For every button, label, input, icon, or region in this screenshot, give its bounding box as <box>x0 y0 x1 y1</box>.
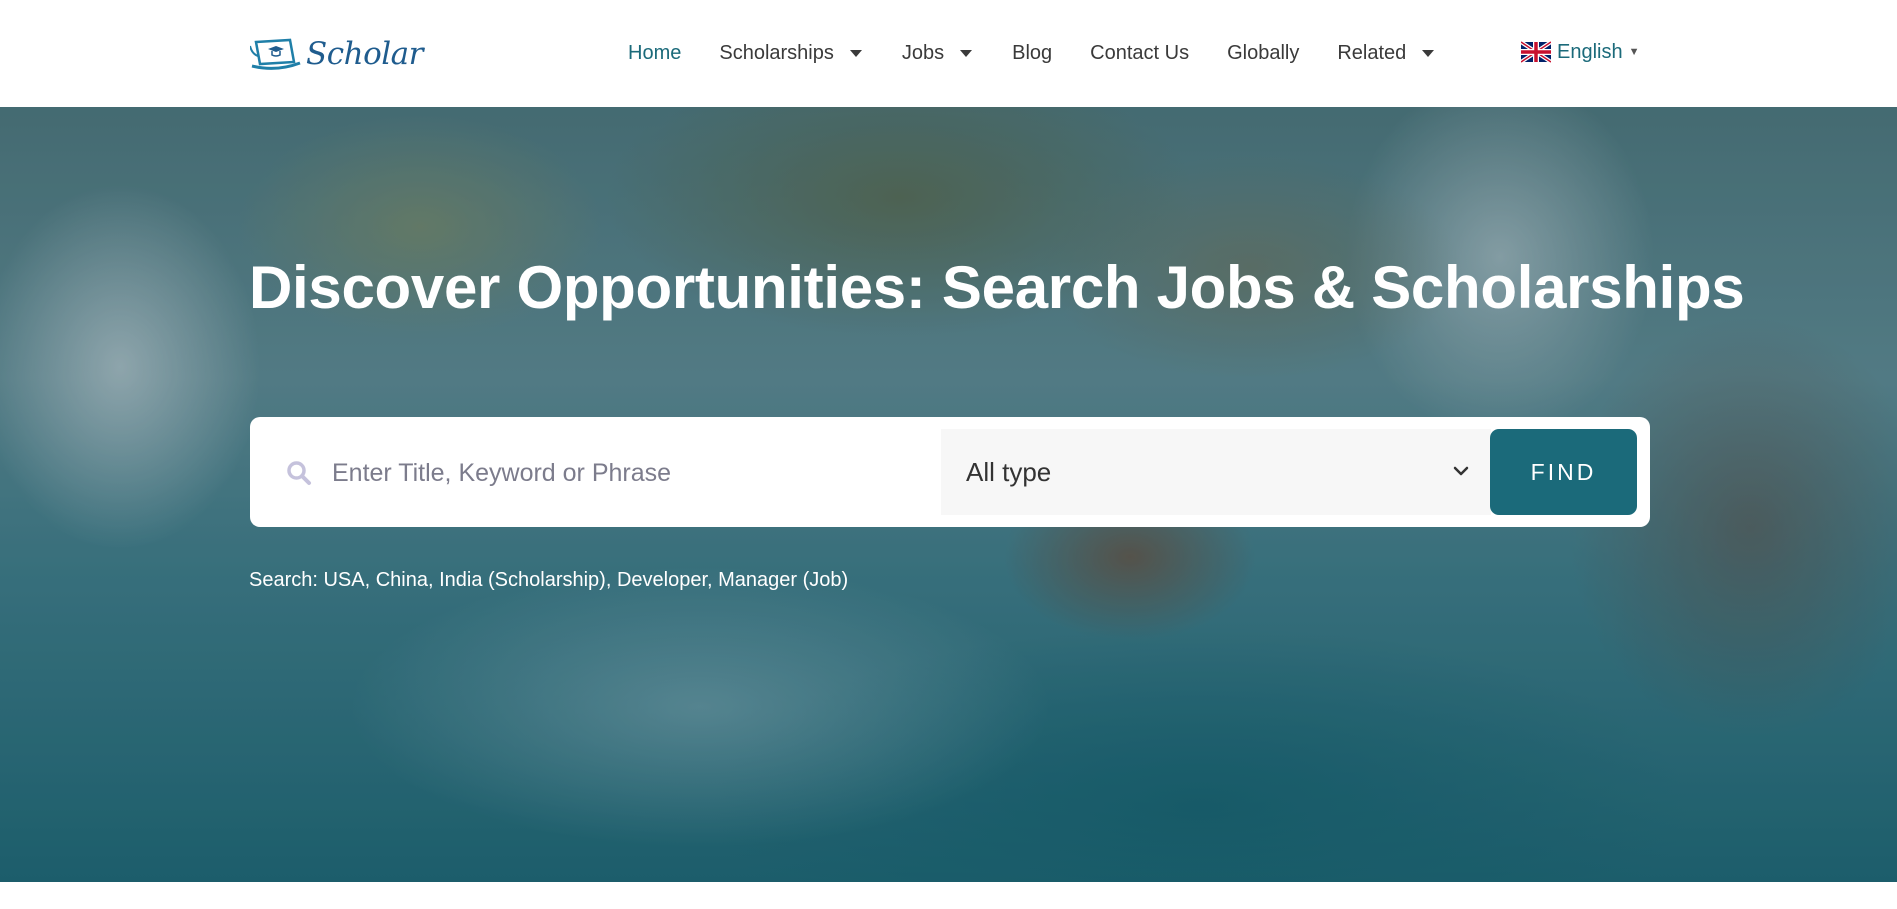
hero-section: Discover Opportunities: Search Jobs & Sc… <box>0 107 1897 882</box>
nav-item-jobs[interactable]: Jobs <box>901 41 973 65</box>
uk-flag-icon <box>1521 40 1551 64</box>
nav-label: Globally <box>1227 41 1300 64</box>
laptop-graduation-icon <box>250 38 301 70</box>
nav-item-blog[interactable]: Blog <box>1012 42 1052 65</box>
search-icon <box>287 461 311 485</box>
hero-title: Discover Opportunities: Search Jobs & Sc… <box>249 254 1745 321</box>
nav-item-scholarships[interactable]: Scholarships <box>719 42 862 65</box>
nav-label: Scholarships <box>719 41 834 64</box>
nav-label: Contact Us <box>1090 41 1190 64</box>
search-input[interactable] <box>330 447 924 499</box>
page-footer-strip <box>0 882 1897 909</box>
language-label: English <box>1557 40 1623 63</box>
type-select-value: All type <box>966 456 1052 487</box>
chevron-down-icon <box>1453 466 1469 476</box>
nav-label: Home <box>628 41 682 64</box>
nav-item-contact-us[interactable]: Contact Us <box>1090 42 1189 65</box>
caret-down-icon <box>960 49 973 57</box>
site-header: Scholar Home Scholarships Jobs Blog Cont… <box>0 0 1897 107</box>
find-button[interactable]: FIND <box>1490 429 1637 515</box>
caret-down-icon <box>849 49 862 57</box>
nav-item-related[interactable]: Related <box>1337 41 1435 65</box>
caret-down-icon <box>1422 49 1435 57</box>
search-form: All type FIND <box>250 417 1650 527</box>
main-nav: Home Scholarships Jobs Blog Contact Us G… <box>628 36 1435 70</box>
nav-label: Blog <box>1012 41 1053 64</box>
logo-text: Scholar <box>306 36 423 72</box>
nav-item-home[interactable]: Home <box>628 42 681 65</box>
nav-label: Related <box>1337 41 1407 64</box>
language-selector[interactable]: English ▼ <box>1521 40 1640 64</box>
search-suggestions: Search: USA, China, India (Scholarship),… <box>249 569 849 591</box>
logo[interactable]: Scholar <box>250 34 423 74</box>
caret-down-icon: ▼ <box>1628 46 1640 58</box>
nav-label: Jobs <box>901 41 945 64</box>
nav-item-globally[interactable]: Globally <box>1227 42 1299 65</box>
type-select[interactable]: All type <box>941 429 1491 515</box>
